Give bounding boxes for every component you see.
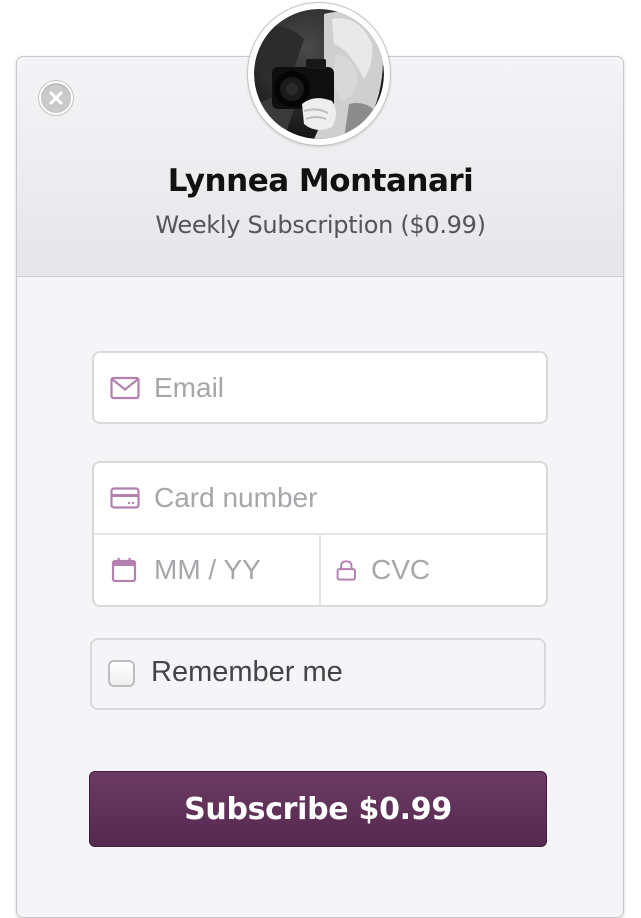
close-icon [49,91,63,105]
card-number-placeholder: Card number [154,482,318,513]
close-button[interactable] [39,81,73,115]
expiry-cvc-divider [319,535,321,605]
cvc-field[interactable]: CVC [335,535,535,605]
calendar-icon [111,558,137,582]
envelope-icon [110,376,140,399]
cvc-placeholder: CVC [371,554,431,585]
credit-card-icon [110,487,140,509]
email-field[interactable]: Email [110,351,530,424]
subscribe-button[interactable]: Subscribe $0.99 [89,771,547,847]
remember-me-checkbox[interactable] [108,660,135,687]
card-number-field[interactable]: Card number [110,463,530,533]
expiry-placeholder: MM / YY [154,554,261,585]
plan-description: Weekly Subscription ($0.99) [155,211,486,239]
expiry-field[interactable]: MM / YY [110,535,310,605]
remember-me-label: Remember me [151,656,343,688]
merchant-avatar [248,3,390,145]
email-placeholder: Email [154,371,225,403]
merchant-name: Lynnea Montanari [167,163,474,199]
lock-icon [336,560,356,581]
